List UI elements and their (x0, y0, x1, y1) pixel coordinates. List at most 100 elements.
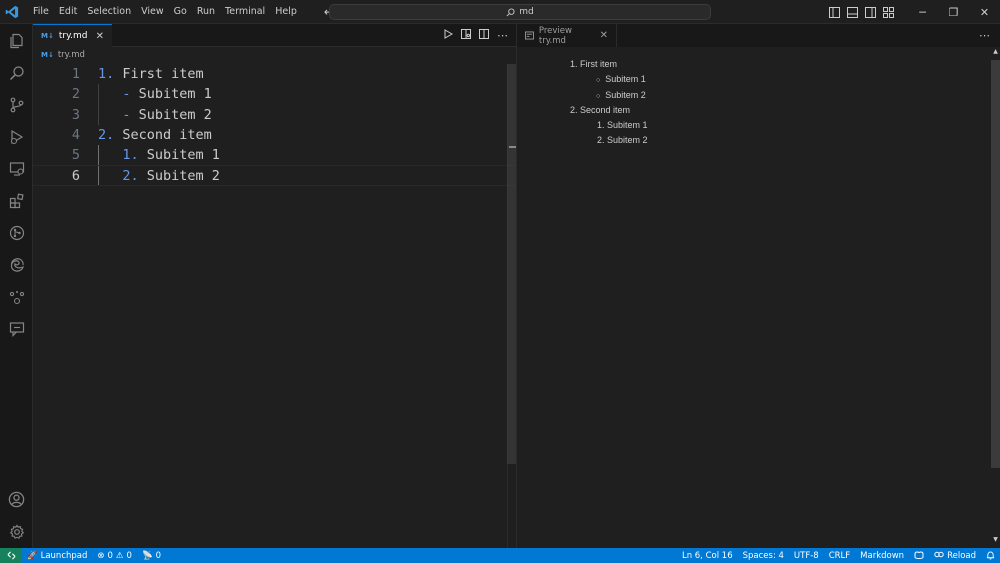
account-icon[interactable] (0, 484, 33, 514)
preview-list-item: 2. Second item (570, 105, 631, 115)
end-of-line[interactable]: CRLF (824, 551, 855, 561)
tab-close-icon[interactable]: ✕ (600, 30, 608, 41)
reload-item[interactable]: Reload (929, 550, 981, 562)
minimize-button[interactable]: ─ (907, 0, 938, 24)
line-number: 3 (71, 106, 80, 123)
search-view-icon[interactable] (0, 58, 33, 88)
chat-feedback-icon[interactable] (0, 314, 33, 344)
command-center-search[interactable]: md (329, 4, 711, 20)
ports-item[interactable]: 📡 0 (137, 551, 166, 561)
editor-group-right: Preview try.md ✕ ⋯ 1. First item ○ Subit… (516, 24, 1000, 548)
editor-actions: ⋯ (443, 24, 508, 47)
source-control-icon[interactable] (0, 90, 33, 120)
indentation[interactable]: Spaces: 4 (738, 551, 789, 561)
encoding[interactable]: UTF-8 (789, 551, 824, 561)
title-right-controls: ─ ❐ ✕ (825, 0, 1000, 24)
menu-file[interactable]: File (28, 0, 54, 24)
source-graph-icon[interactable] (0, 282, 33, 312)
preview-list-item: ○ Subitem 1 (596, 74, 646, 84)
search-icon (506, 7, 515, 16)
line-text: Subitem 2 (138, 167, 220, 184)
cursor-position[interactable]: Ln 6, Col 16 (677, 551, 738, 561)
edge-devtools-icon[interactable] (0, 250, 33, 280)
list-marker: 2. (98, 127, 115, 144)
menu-bar: File Edit Selection View Go Run Terminal… (28, 0, 302, 24)
run-debug-icon[interactable] (0, 122, 33, 152)
scroll-up-arrow-icon[interactable]: ▲ (992, 48, 999, 58)
command-center-text: md (519, 7, 534, 17)
more-actions-icon[interactable]: ⋯ (979, 24, 990, 47)
line-number: 1 (71, 66, 80, 83)
code-editor[interactable]: 1 1. First item 2 - Subitem 1 3 - Subite… (33, 64, 516, 186)
menu-run[interactable]: Run (192, 0, 220, 24)
remote-explorer-icon[interactable] (0, 154, 33, 184)
rocket-icon: 🚀 (27, 550, 38, 561)
menu-help[interactable]: Help (270, 0, 302, 24)
list-marker: - (122, 86, 131, 103)
split-editor-icon[interactable] (479, 29, 489, 42)
problems-item[interactable]: ⊗ 0 ⚠ 0 (92, 551, 137, 561)
notifications-bell-icon[interactable] (981, 551, 1000, 560)
close-window-button[interactable]: ✕ (969, 0, 1000, 24)
menu-edit[interactable]: Edit (54, 0, 82, 24)
editor-tabs: M↓ try.md ✕ ⋯ (33, 24, 516, 47)
vscode-logo-icon (0, 0, 24, 24)
editor-scrollbar[interactable] (507, 64, 516, 464)
editor-group-left: M↓ try.md ✕ ⋯ M↓ try.md 1 1. First item (33, 24, 516, 548)
preview-scrollbar[interactable] (991, 60, 1000, 468)
title-bar: File Edit Selection View Go Run Terminal… (0, 0, 1000, 24)
more-actions-icon[interactable]: ⋯ (497, 29, 508, 42)
preview-tabs: Preview try.md ✕ ⋯ (517, 24, 1000, 47)
list-marker: 1. (122, 147, 139, 164)
broadcast-icon: 📡 (141, 550, 153, 561)
open-preview-to-side-icon[interactable] (461, 29, 471, 42)
gitlens-icon[interactable] (0, 218, 33, 248)
menu-view[interactable]: View (136, 0, 169, 24)
preview-list-item: 2. Subitem 2 (597, 135, 648, 145)
markdown-preview: 1. First item ○ Subitem 1 ○ Subitem 2 2.… (517, 47, 1000, 548)
preview-list-item: 1. Subitem 1 (597, 120, 648, 130)
scroll-down-arrow-icon[interactable]: ▼ (992, 536, 999, 546)
markdown-file-icon: M↓ (41, 51, 54, 59)
menu-go[interactable]: Go (169, 0, 192, 24)
toggle-panel-icon[interactable] (843, 0, 861, 24)
launchpad-item[interactable]: 🚀 Launchpad (22, 551, 92, 561)
status-bar: 🚀 Launchpad ⊗ 0 ⚠ 0 📡 0 Ln 6, Col 16 Spa… (0, 548, 1000, 563)
activity-bar (0, 24, 33, 548)
extensions-icon[interactable] (0, 186, 33, 216)
remote-indicator-icon[interactable] (0, 548, 22, 563)
restore-button[interactable]: ❐ (938, 0, 969, 24)
explorer-icon[interactable] (0, 26, 33, 56)
tab-label: try.md (58, 31, 88, 41)
code-line: 3 - Subitem 2 (33, 105, 516, 125)
toggle-secondary-sidebar-icon[interactable] (861, 0, 879, 24)
menu-selection[interactable]: Selection (82, 0, 136, 24)
tab-try-md[interactable]: M↓ try.md ✕ (33, 24, 112, 47)
line-text: First item (114, 66, 204, 83)
line-number: 2 (71, 86, 80, 103)
markdown-file-icon: M↓ (41, 32, 54, 40)
code-line: 5 1. Subitem 1 (33, 145, 516, 165)
preview-list-item: 1. First item (570, 59, 618, 69)
scroll-cursor-marker (509, 146, 516, 148)
line-number: 5 (71, 147, 80, 164)
list-marker: - (122, 106, 131, 123)
settings-gear-icon[interactable] (0, 517, 33, 547)
tab-preview-try-md[interactable]: Preview try.md ✕ (517, 24, 617, 47)
run-icon[interactable] (443, 29, 454, 42)
preview-icon (525, 31, 534, 40)
customize-layout-icon[interactable] (879, 0, 897, 24)
toggle-primary-sidebar-icon[interactable] (825, 0, 843, 24)
warning-icon: ⚠ (115, 550, 124, 561)
copilot-icon[interactable] (909, 551, 929, 560)
line-number: 6 (71, 167, 80, 184)
breadcrumb-file[interactable]: try.md (58, 50, 85, 60)
tab-close-icon[interactable]: ✕ (96, 31, 104, 42)
menu-terminal[interactable]: Terminal (220, 0, 270, 24)
code-line: 4 2. Second item (33, 125, 516, 145)
line-text: Subitem 1 (130, 86, 212, 103)
language-mode[interactable]: Markdown (855, 551, 909, 561)
code-line-current: 6 2. Subitem 2 (33, 165, 516, 186)
preview-list-item: ○ Subitem 2 (596, 90, 646, 100)
line-text: Subitem 2 (130, 106, 212, 123)
